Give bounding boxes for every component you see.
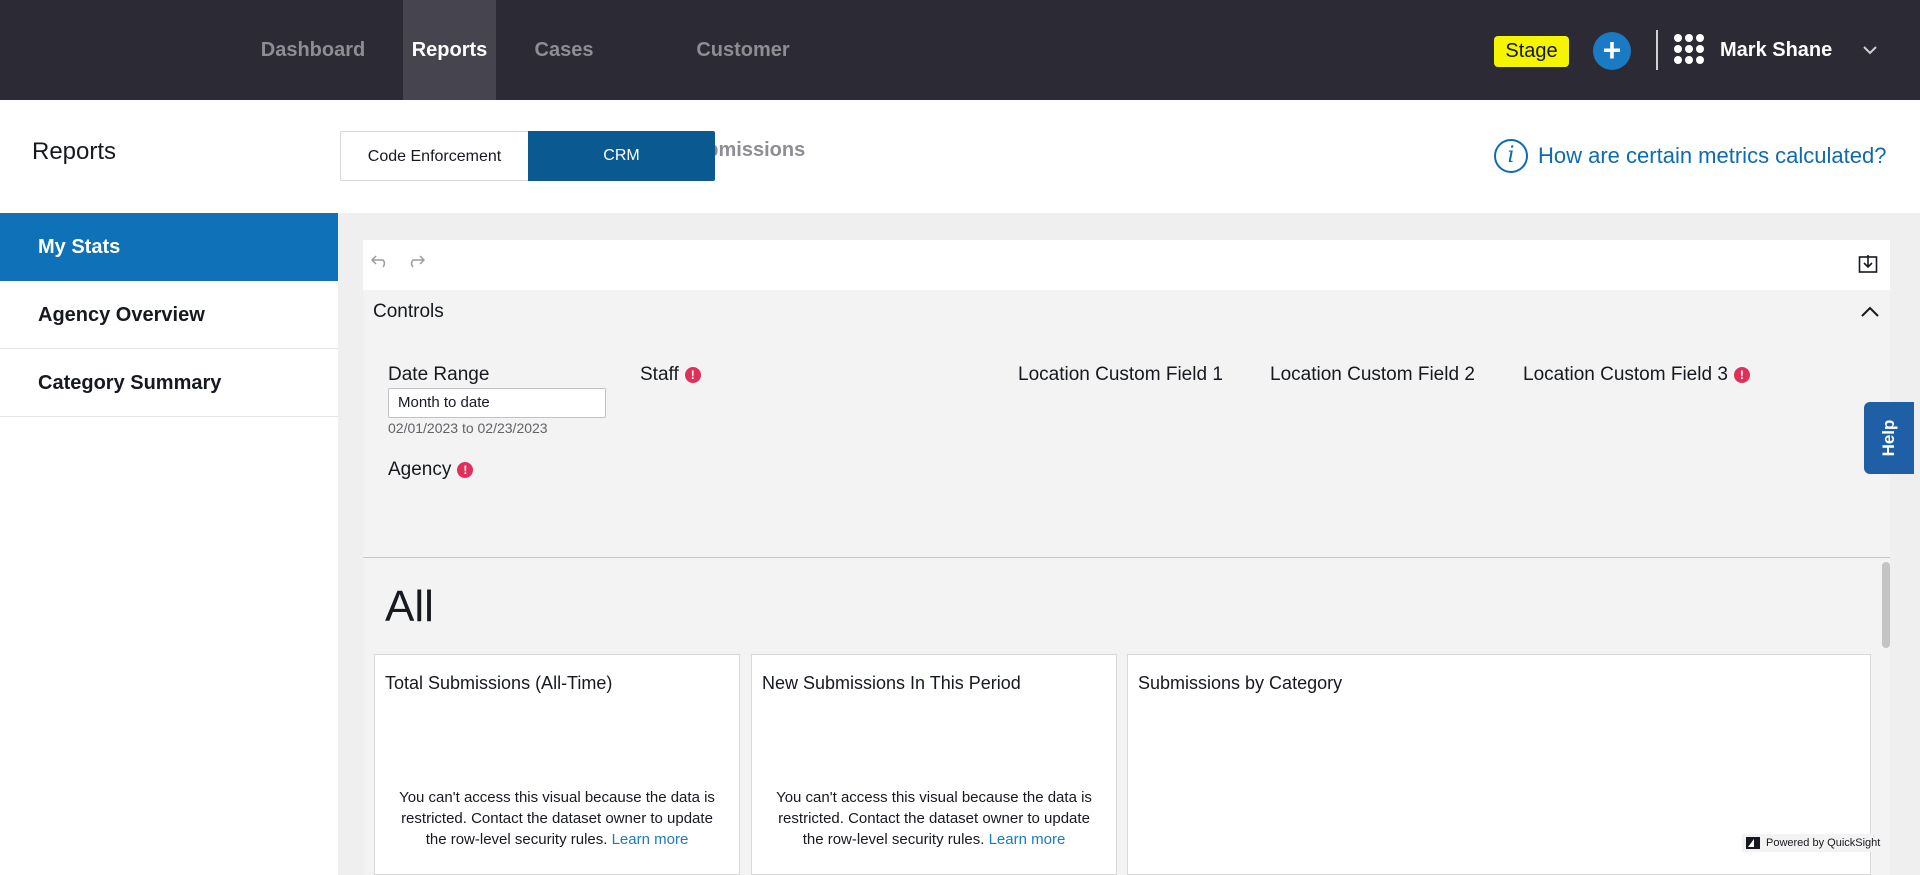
nav-divider (1656, 30, 1658, 70)
location-field-3-control[interactable]: Location Custom Field 3 ! (1523, 364, 1750, 386)
user-name[interactable]: Mark Shane (1720, 0, 1832, 100)
stage-badge: Stage (1494, 36, 1569, 67)
sidebar-item-category-summary[interactable]: Category Summary (0, 349, 338, 417)
location-field-1-label: Location Custom Field 1 (1018, 364, 1223, 385)
visual-new-submissions: New Submissions In This Period You can't… (751, 654, 1117, 875)
metrics-help-link[interactable]: i How are certain metrics calculated? (1494, 139, 1886, 173)
learn-more-link[interactable]: Learn more (612, 831, 689, 848)
staff-label: Staff (640, 364, 679, 385)
visual-total-submissions: Total Submissions (All-Time) You can't a… (374, 654, 740, 875)
nav-tab-cases[interactable]: Cases (527, 0, 601, 100)
location-field-3-label: Location Custom Field 3 (1523, 364, 1728, 385)
sidebar-item-my-stats[interactable]: My Stats (0, 213, 338, 281)
location-field-2-label: Location Custom Field 2 (1270, 364, 1475, 385)
sidebar: My Stats Agency Overview Category Summar… (0, 213, 338, 875)
download-icon[interactable] (1858, 254, 1878, 274)
undo-icon[interactable] (371, 254, 389, 268)
help-tab-label: Help (1879, 419, 1898, 457)
segment-crm[interactable]: CRM (528, 131, 715, 181)
restricted-message: You can't access this visual because the… (766, 787, 1102, 850)
scrollbar[interactable] (1882, 562, 1890, 648)
top-nav: Dashboard Reports Cases Customer Submiss… (0, 0, 1920, 161)
info-icon: i (1494, 139, 1528, 173)
plus-icon[interactable]: + (1593, 32, 1631, 70)
date-range-text: 02/01/2023 to 02/23/2023 (388, 420, 548, 436)
agency-control[interactable]: Agency ! (388, 459, 474, 481)
learn-more-link[interactable]: Learn more (989, 831, 1066, 848)
visual-title: New Submissions In This Period (762, 673, 1021, 693)
redo-icon[interactable] (407, 254, 425, 268)
metrics-help-link-label: How are certain metrics calculated? (1538, 143, 1887, 168)
nav-tab-reports[interactable]: Reports (403, 0, 496, 100)
agency-label: Agency (388, 459, 452, 480)
warning-icon: ! (684, 367, 701, 383)
staff-control[interactable]: Staff ! (640, 364, 701, 386)
powered-by-text: Powered by QuickSight (1766, 837, 1881, 849)
page-title: Reports (32, 138, 117, 165)
date-range-label-text: Date Range (388, 364, 490, 385)
nav-tab-dashboard[interactable]: Dashboard (254, 0, 372, 100)
date-range-select[interactable]: Month to date (388, 388, 606, 418)
restricted-message: You can't access this visual because the… (389, 787, 725, 850)
nav-tab-customer-submissions[interactable]: Customer Submissions (632, 0, 854, 161)
chevron-up-icon[interactable] (1860, 304, 1880, 318)
help-tab[interactable]: Help (1864, 402, 1914, 474)
dashboard-toolbar (363, 240, 1890, 290)
sheet-title: All (385, 582, 434, 631)
location-field-1-control[interactable]: Location Custom Field 1 (1018, 364, 1223, 386)
visual-title: Total Submissions (All-Time) (385, 673, 613, 693)
warning-icon: ! (457, 462, 474, 478)
warning-icon: ! (1733, 367, 1750, 383)
apps-grid-icon[interactable] (1674, 34, 1704, 64)
powered-by-quicksight: Powered by QuickSight (1742, 834, 1885, 852)
controls-title: Controls (373, 301, 444, 322)
controls-panel: Controls Date Range Month to date 02/01/… (363, 290, 1890, 558)
visual-title: Submissions by Category (1138, 673, 1343, 693)
quicksight-logo-icon (1746, 837, 1760, 849)
date-range-label: Date Range (388, 364, 489, 386)
sidebar-item-agency-overview[interactable]: Agency Overview (0, 281, 338, 349)
segment-code-enforcement[interactable]: Code Enforcement (340, 131, 528, 181)
location-field-2-control[interactable]: Location Custom Field 2 (1270, 364, 1475, 386)
chevron-down-icon[interactable] (1862, 42, 1878, 58)
